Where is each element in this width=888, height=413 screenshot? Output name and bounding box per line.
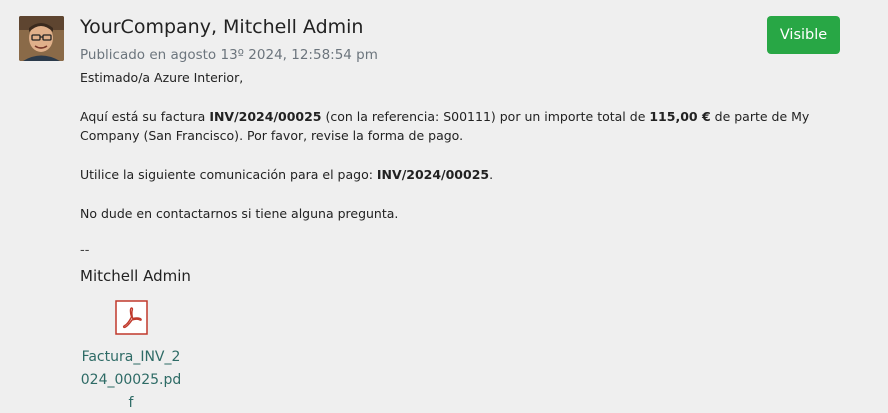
attachment-filename[interactable]: Factura_INV_2024_00025.pdf [80,346,182,413]
message-body: Estimado/a Azure Interior, Aquí está su … [80,68,840,223]
invoice-number: INV/2024/00025 [209,109,322,124]
payment-reference: INV/2024/00025 [376,167,490,182]
author-avatar[interactable] [19,16,64,61]
payment-text-2: . [489,167,494,182]
contact-paragraph: No dude en contactarnos si tiene alguna … [80,206,399,221]
payment-text-1: Utilice la siguiente comunicación para e… [80,167,377,182]
message-author: YourCompany, Mitchell Admin [80,16,364,38]
signature-separator: -- [80,243,90,258]
signature-name: Mitchell Admin [80,267,191,285]
invoice-amount: 115,00 € [649,109,711,124]
attachment-item[interactable]: Factura_INV_2024_00025.pdf [80,300,182,413]
invoice-paragraph: Aquí está su factura INV/2024/00025 (con… [80,107,840,145]
payment-reference-paragraph: Utilice la siguiente comunicación para e… [80,165,840,184]
avatar-image [19,16,64,61]
invoice-text-2: (con la referencia: S00111) por un impor… [321,109,650,124]
pdf-icon [114,300,148,335]
invoice-text-1: Aquí está su factura [80,109,210,124]
message-date: Publicado en agosto 13º 2024, 12:58:54 p… [80,47,378,63]
visible-button[interactable]: Visible [767,16,840,54]
greeting: Estimado/a Azure Interior, [80,70,244,85]
